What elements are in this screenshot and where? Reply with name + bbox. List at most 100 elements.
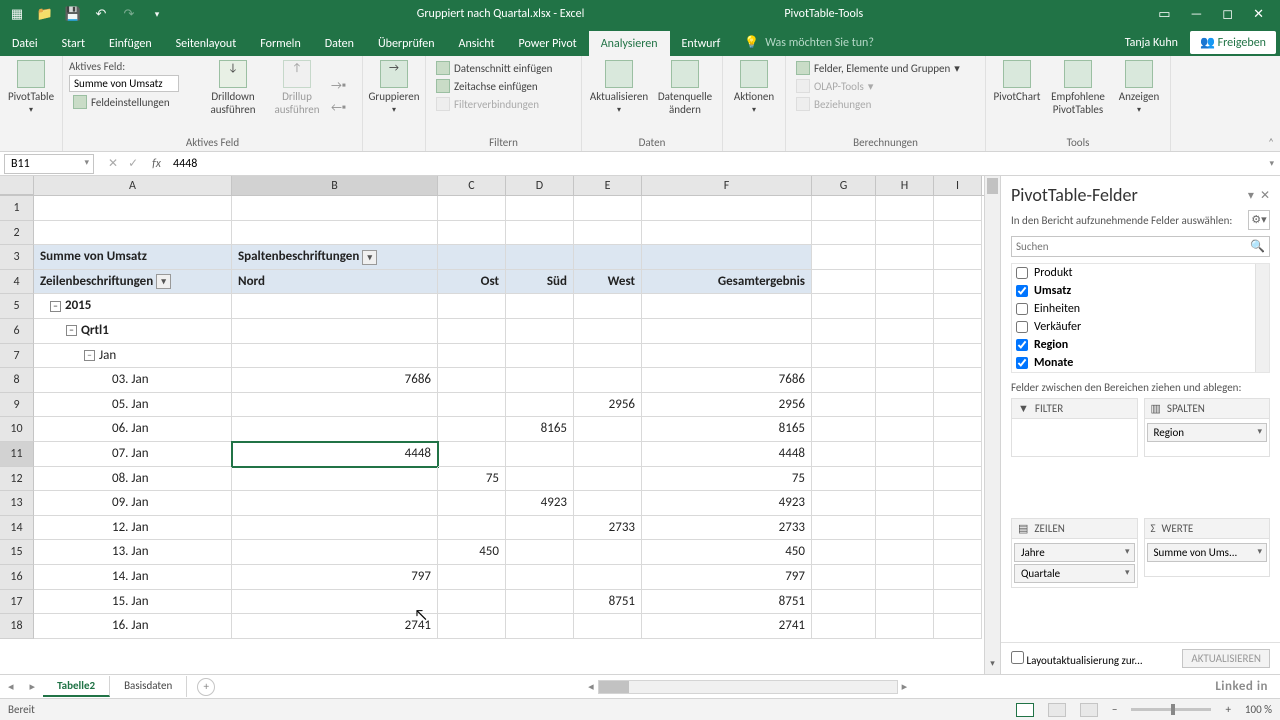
col-ost[interactable]: Ost: [438, 270, 506, 295]
cell[interactable]: [438, 319, 506, 344]
cell[interactable]: [934, 417, 982, 442]
field-checkbox[interactable]: [1016, 267, 1028, 279]
row-header-13[interactable]: 13: [0, 491, 34, 516]
val-ost[interactable]: [438, 417, 506, 442]
date-label[interactable]: 12. Jan: [34, 516, 232, 541]
cell[interactable]: [812, 196, 876, 221]
cell[interactable]: [876, 221, 934, 246]
maximize-icon[interactable]: ◻: [1222, 7, 1233, 22]
cell[interactable]: [934, 590, 982, 615]
tab-daten[interactable]: Daten: [313, 31, 366, 56]
row-header-17[interactable]: 17: [0, 590, 34, 615]
tab-überprüfen[interactable]: Überprüfen: [366, 31, 447, 56]
row-header-4[interactable]: 4: [0, 270, 34, 295]
zone-item-years[interactable]: Jahre: [1014, 543, 1135, 562]
cell[interactable]: [876, 467, 934, 492]
row-header-15[interactable]: 15: [0, 540, 34, 565]
val-nord[interactable]: [232, 540, 438, 565]
cell[interactable]: [812, 614, 876, 639]
row-header-14[interactable]: 14: [0, 516, 34, 541]
cell[interactable]: [934, 196, 982, 221]
row-header-8[interactable]: 8: [0, 368, 34, 393]
cell[interactable]: [506, 319, 574, 344]
cell[interactable]: [506, 221, 574, 246]
col-header-B[interactable]: B: [232, 176, 438, 195]
val-sued[interactable]: [506, 368, 574, 393]
val-nord[interactable]: [232, 590, 438, 615]
collapse-year-icon[interactable]: −: [50, 301, 61, 312]
cell[interactable]: [812, 221, 876, 246]
field-list[interactable]: ProduktUmsatzEinheitenVerkäuferRegionMon…: [1011, 263, 1270, 373]
pivotchart-button[interactable]: PivotChart: [992, 60, 1042, 134]
val-total[interactable]: 2741: [642, 614, 812, 639]
val-nord[interactable]: [232, 393, 438, 418]
row-header-1[interactable]: 1: [0, 196, 34, 221]
val-ost[interactable]: [438, 442, 506, 467]
hscroll-right-icon[interactable]: ▸: [898, 680, 912, 694]
row-filter-icon[interactable]: ▾: [156, 274, 171, 289]
row-header-11[interactable]: 11: [0, 442, 34, 467]
val-total[interactable]: 8751: [642, 590, 812, 615]
tab-entwurf[interactable]: Entwurf: [670, 31, 733, 56]
collapse-month-icon[interactable]: −: [84, 350, 95, 361]
fields-elements-button[interactable]: Felder, Elemente und Gruppen ▾: [792, 60, 964, 76]
val-total[interactable]: 7686: [642, 368, 812, 393]
cell[interactable]: [876, 270, 934, 295]
cell[interactable]: [812, 294, 876, 319]
tab-formeln[interactable]: Formeln: [248, 31, 312, 56]
val-west[interactable]: [574, 491, 642, 516]
cell[interactable]: [934, 467, 982, 492]
save-icon[interactable]: 💾: [66, 7, 80, 21]
val-sued[interactable]: [506, 614, 574, 639]
cell[interactable]: [812, 516, 876, 541]
cell[interactable]: [876, 294, 934, 319]
val-nord[interactable]: 2741: [232, 614, 438, 639]
refresh-button[interactable]: Aktualisieren▾: [588, 60, 650, 134]
open-icon[interactable]: 📁: [38, 7, 52, 21]
cell[interactable]: [438, 344, 506, 369]
val-sued[interactable]: 8165: [506, 417, 574, 442]
name-box[interactable]: B11: [4, 154, 94, 174]
val-ost[interactable]: [438, 590, 506, 615]
col-total[interactable]: Gesamtergebnis: [642, 270, 812, 295]
date-label[interactable]: 05. Jan: [34, 393, 232, 418]
tab-datei[interactable]: Datei: [0, 31, 50, 56]
timeline-button[interactable]: Zeitachse einfügen: [432, 78, 556, 94]
cell[interactable]: [574, 294, 642, 319]
row-header-9[interactable]: 9: [0, 393, 34, 418]
pivot-sum-label[interactable]: Summe von Umsatz: [34, 245, 232, 270]
cell[interactable]: [438, 221, 506, 246]
val-sued[interactable]: [506, 540, 574, 565]
actions-button[interactable]: Aktionen▾: [729, 60, 779, 147]
val-nord[interactable]: 4448: [232, 442, 438, 467]
field-umsatz[interactable]: Umsatz: [1012, 282, 1269, 300]
row-header-16[interactable]: 16: [0, 565, 34, 590]
val-sued[interactable]: [506, 442, 574, 467]
columns-zone[interactable]: ▥SPALTEN Region: [1144, 398, 1271, 512]
val-nord[interactable]: [232, 417, 438, 442]
tab-seitenlayout[interactable]: Seitenlayout: [164, 31, 249, 56]
row-header-7[interactable]: 7: [0, 344, 34, 369]
row-header-5[interactable]: 5: [0, 294, 34, 319]
cell[interactable]: [876, 565, 934, 590]
val-nord[interactable]: [232, 467, 438, 492]
row-header-12[interactable]: 12: [0, 467, 34, 492]
field-verkäufer[interactable]: Verkäufer: [1012, 318, 1269, 336]
col-header-A[interactable]: A: [34, 176, 232, 195]
worksheet[interactable]: ABCDEFGHI 123Summe von UmsatzSpaltenbesc…: [0, 176, 984, 674]
qtr-1[interactable]: −Qrtl1: [34, 319, 232, 344]
sheet-nav-prev-icon[interactable]: ◂: [0, 680, 22, 693]
cell[interactable]: [506, 294, 574, 319]
cell[interactable]: [876, 516, 934, 541]
cell[interactable]: [934, 245, 982, 270]
cell[interactable]: [642, 319, 812, 344]
cell[interactable]: [506, 245, 574, 270]
datasource-button[interactable]: Datenquelle ändern: [654, 60, 716, 134]
date-label[interactable]: 09. Jan: [34, 491, 232, 516]
update-button[interactable]: AKTUALISIEREN: [1182, 649, 1270, 668]
cell[interactable]: [642, 294, 812, 319]
val-west[interactable]: [574, 417, 642, 442]
date-label[interactable]: 15. Jan: [34, 590, 232, 615]
val-sued[interactable]: [506, 590, 574, 615]
cell[interactable]: [934, 491, 982, 516]
